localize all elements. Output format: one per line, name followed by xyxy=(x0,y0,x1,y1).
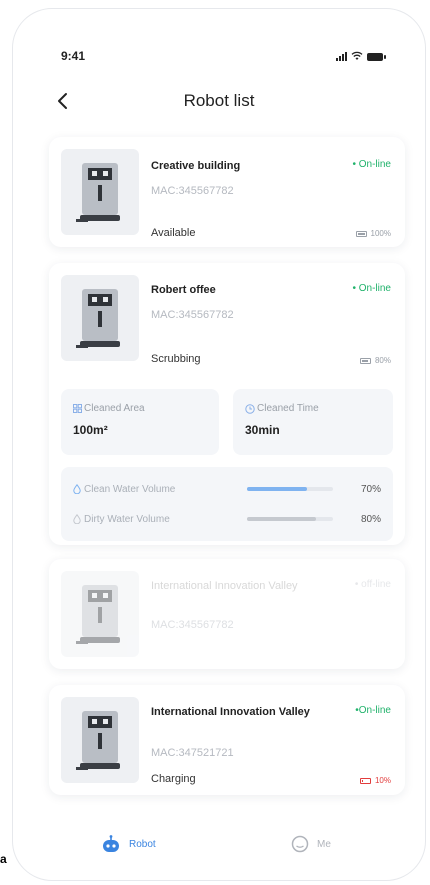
cleaned-area-label: Cleaned Area xyxy=(73,403,145,414)
page-title: Robot list xyxy=(183,91,255,110)
battery-info: 10% xyxy=(359,776,391,785)
dirty-water-percent: 80% xyxy=(360,513,381,525)
status-time: 9:41 xyxy=(61,49,86,63)
phone-frame: 9:41 Robot list Creative building • On-l… xyxy=(12,8,426,881)
battery-info: 100% xyxy=(355,229,391,238)
cleaned-area-value: 100m² xyxy=(73,423,108,437)
dirty-water-label-text: Dirty Water Volume xyxy=(84,513,170,525)
wifi-icon xyxy=(351,51,363,60)
robot-icon xyxy=(103,835,119,852)
robot-card[interactable]: Robert offee • On-line MAC:345567782 Scr… xyxy=(49,263,405,545)
robot-state: Scrubbing xyxy=(151,353,201,365)
cleaned-time-value: 30min xyxy=(245,423,280,437)
robot-card[interactable]: Creative building • On-line MAC:34556778… xyxy=(49,137,405,247)
clean-water-percent: 70% xyxy=(360,483,381,495)
tab-me-label: Me xyxy=(317,838,331,850)
nav-bar: Robot list xyxy=(13,87,425,115)
battery-level-icon xyxy=(359,777,371,784)
water-drop-icon xyxy=(73,514,81,524)
battery-level-icon xyxy=(359,357,371,364)
clean-water-label-text: Clean Water Volume xyxy=(84,483,176,495)
robot-mac: MAC:345567782 xyxy=(151,619,234,631)
battery-info: 80% xyxy=(359,356,391,365)
water-volume-box: Clean Water Volume 70% Dirty Water Volum… xyxy=(61,467,393,541)
tab-robot[interactable]: Robot xyxy=(101,835,156,853)
robot-mac: MAC:345567782 xyxy=(151,309,234,321)
robot-image xyxy=(61,149,139,235)
grid-icon xyxy=(73,404,82,413)
battery-percent: 10% xyxy=(374,776,391,785)
water-drop-icon xyxy=(73,484,81,494)
cleaned-time-label-text: Cleaned Time xyxy=(257,403,319,414)
robot-name: International Innovation Valley xyxy=(151,580,298,592)
user-circle-icon xyxy=(291,835,309,853)
tab-bar: Robot Me xyxy=(13,829,425,869)
status-text: On-line xyxy=(358,159,391,170)
tab-me[interactable]: Me xyxy=(291,835,331,853)
cleaned-time-label: Cleaned Time xyxy=(245,403,319,414)
battery-level-icon xyxy=(355,230,367,237)
robot-card[interactable]: International Innovation Valley •On-line… xyxy=(49,685,405,795)
status-badge: •On-line xyxy=(355,705,391,716)
robot-image xyxy=(61,697,139,783)
robot-image xyxy=(61,275,139,361)
robot-mac: MAC:347521721 xyxy=(151,747,234,759)
robot-image xyxy=(61,571,139,657)
status-badge: • off-line xyxy=(354,579,391,590)
clean-water-bar xyxy=(247,487,333,491)
clock-icon xyxy=(245,403,255,414)
signal-icon xyxy=(336,52,347,61)
cleaned-area-box: Cleaned Area 100m² xyxy=(61,389,219,455)
battery-icon xyxy=(367,53,386,61)
cleaned-area-label-text: Cleaned Area xyxy=(84,403,145,414)
battery-percent: 80% xyxy=(374,356,391,365)
tab-robot-label: Robot xyxy=(129,838,156,850)
battery-percent: 100% xyxy=(370,229,391,238)
robot-name: Robert offee xyxy=(151,284,216,296)
status-bar: 9:41 xyxy=(13,49,425,69)
status-icons xyxy=(336,51,386,61)
status-badge: • On-line xyxy=(352,283,391,294)
dirty-water-bar xyxy=(247,517,333,521)
clean-water-row: Clean Water Volume 70% xyxy=(73,481,381,497)
robot-state: Available xyxy=(151,227,196,239)
robot-mac: MAC:345567782 xyxy=(151,185,234,197)
robot-state: Charging xyxy=(151,773,196,785)
status-badge: • On-line xyxy=(352,159,391,170)
robot-card[interactable]: International Innovation Valley • off-li… xyxy=(49,559,405,669)
cleaned-time-box: Cleaned Time 30min xyxy=(233,389,393,455)
status-text: On-line xyxy=(358,283,391,294)
status-text: off-line xyxy=(361,579,391,590)
dirty-water-label: Dirty Water Volume xyxy=(73,514,243,525)
status-text: On-line xyxy=(358,705,391,716)
clean-water-label: Clean Water Volume xyxy=(73,484,243,495)
dirty-water-row: Dirty Water Volume 80% xyxy=(73,511,381,527)
footnote-label: a xyxy=(0,852,7,866)
robot-name: Creative building xyxy=(151,160,241,172)
robot-name: International Innovation Valley xyxy=(151,706,310,718)
